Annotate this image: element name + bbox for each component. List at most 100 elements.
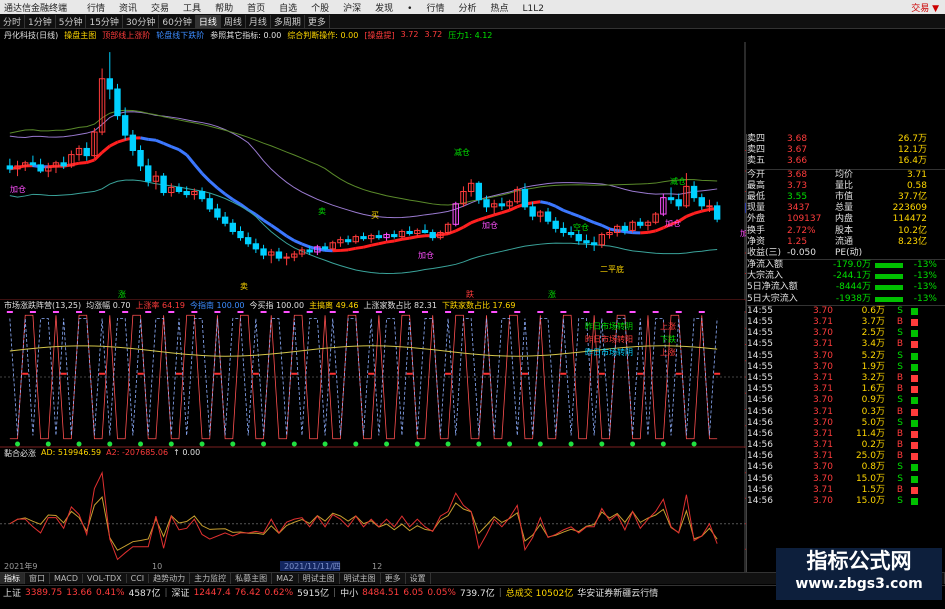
sub2_info-1: AD: 519946.59: [41, 448, 102, 457]
flow-pct: -13%: [913, 293, 937, 304]
period-tab-9[interactable]: 多周期: [271, 14, 305, 28]
period-tab-4[interactable]: 30分钟: [123, 14, 160, 28]
tick-side: B: [896, 451, 903, 462]
menu-item-2[interactable]: 交易: [144, 4, 176, 14]
oscillator-line-a: [9, 314, 718, 440]
tick-time: 14:55: [747, 305, 773, 316]
resistance-line: [9, 111, 718, 219]
ma-line-segment: [578, 214, 588, 221]
menu-item-3[interactable]: 工具: [176, 4, 208, 14]
indicator-tab-12[interactable]: 设置: [406, 573, 431, 584]
indicator-tab-10[interactable]: 明试主图: [340, 573, 381, 584]
tick-marker: [911, 419, 918, 427]
indicator-tab-11[interactable]: 更多: [381, 573, 406, 584]
menu-extra-1[interactable]: 自选: [272, 4, 304, 14]
candle-body: [198, 191, 206, 200]
menu-extra-3[interactable]: 沪深: [336, 4, 368, 14]
candle-body: [114, 88, 121, 117]
tick-volume: 3.4万: [861, 339, 885, 350]
ma-line-segment: [285, 234, 296, 242]
stat-value2: 3.71: [906, 169, 927, 180]
menu-extra-5[interactable]: •: [400, 4, 419, 14]
candle-body: [583, 240, 590, 244]
zx-index-pct: 0.05%: [427, 587, 456, 598]
period-tab-7[interactable]: 周线: [221, 14, 246, 28]
stat-value2: 223609: [892, 203, 927, 214]
menu-item-0[interactable]: 行情: [80, 4, 112, 14]
stat-label2: 流通: [835, 236, 854, 247]
tick-time: 14:56: [747, 406, 773, 417]
bottom-dot: [45, 441, 51, 447]
period-tab-6[interactable]: 日线: [195, 14, 221, 28]
menu-item-1[interactable]: 资讯: [112, 4, 144, 14]
indicator-tab-4[interactable]: CCI: [127, 574, 150, 583]
indicator-tab-6[interactable]: 主力监控: [190, 573, 232, 584]
ma-line-segment: [185, 153, 196, 166]
stat-label: 最低: [747, 191, 766, 202]
tick-volume: 0.9万: [861, 395, 885, 406]
stat-label: 净资: [747, 236, 766, 247]
tick-side: B: [896, 440, 903, 451]
mid-marker: [99, 372, 106, 375]
tick-price: 3.70: [812, 361, 833, 372]
news-ticker[interactable]: 华安证券新疆云行情: [577, 586, 658, 599]
flow-bar: [875, 274, 903, 280]
tick-volume: 0.8万: [861, 462, 885, 473]
tick-side: S: [897, 473, 903, 484]
indicator-tab-7[interactable]: 私募主图: [231, 573, 273, 584]
tick-marker: [911, 363, 918, 371]
mid-marker: [368, 372, 375, 375]
indicator-tab-9[interactable]: 明试主图: [299, 573, 340, 584]
candle-body: [244, 237, 252, 245]
period-tab-3[interactable]: 15分钟: [86, 14, 123, 28]
indicator-tab-0[interactable]: 指标: [0, 573, 25, 584]
indicator-tab-3[interactable]: VOL-TDX: [83, 574, 127, 583]
tick-side: S: [897, 417, 903, 428]
stat-row: 换手 2.72% 股本 10.2亿: [747, 226, 945, 237]
ma-line-segment: [140, 136, 149, 141]
period-tab-10[interactable]: 更多: [305, 14, 330, 28]
period-tab-5[interactable]: 60分钟: [159, 14, 196, 28]
candle-body: [544, 211, 552, 222]
bottom-dot: [76, 441, 82, 447]
indicator-tab-1[interactable]: 窗口: [25, 573, 50, 584]
menu-item-4[interactable]: 帮助: [208, 4, 240, 14]
tick-row: 14:56 3.71 0.2万 B: [747, 440, 945, 451]
menu-extra-9[interactable]: L1L2: [516, 4, 551, 14]
mid-marker: [60, 372, 67, 375]
indicator-tab-8[interactable]: MA2: [272, 574, 299, 583]
tick-marker: [911, 352, 918, 360]
ma-line-segment: [93, 151, 104, 162]
bottom-dot: [599, 441, 605, 447]
ma-line-segment: [270, 224, 280, 232]
menu-extra-7[interactable]: 分析: [451, 4, 483, 14]
sub2-line-b: [9, 470, 718, 561]
candle-body: [344, 239, 352, 243]
sub1-legend-item: 上涨: [660, 347, 676, 357]
period-tab-2[interactable]: 5分钟: [56, 14, 87, 28]
stat-value: 109137: [787, 214, 822, 225]
tick-marker: [911, 374, 918, 382]
ma-line-segment: [232, 198, 242, 206]
menu-extra-6[interactable]: 行情: [419, 4, 451, 14]
ma-line-segment: [163, 142, 172, 149]
tick-row: 14:55 3.70 5.2万 S: [747, 351, 945, 362]
sub1_info-7: 下跌家数占比 17.69: [441, 301, 516, 310]
bottom-dot: [630, 441, 636, 447]
menu-extra-0[interactable]: 首页: [240, 4, 272, 14]
period-tab-0[interactable]: 分时: [0, 14, 26, 28]
menu-extra-4[interactable]: 发现: [368, 4, 400, 14]
indicator-tab-2[interactable]: MACD: [50, 574, 83, 583]
candle-body: [552, 220, 559, 229]
period-tab-1[interactable]: 1分钟: [25, 14, 56, 28]
tick-volume: 1.9万: [861, 361, 885, 372]
candle-body: [621, 225, 629, 231]
period-tab-8[interactable]: 月线: [246, 14, 271, 28]
candle-body: [229, 222, 236, 232]
trade-menu[interactable]: 交易 ▼: [911, 1, 945, 14]
candle-body: [483, 199, 490, 208]
menu-extra-2[interactable]: 个股: [304, 4, 336, 14]
menu-extra-8[interactable]: 热点: [484, 4, 516, 14]
tick-volume: 15.0万: [855, 473, 885, 484]
indicator-tab-5[interactable]: 趋势动力: [149, 573, 191, 584]
